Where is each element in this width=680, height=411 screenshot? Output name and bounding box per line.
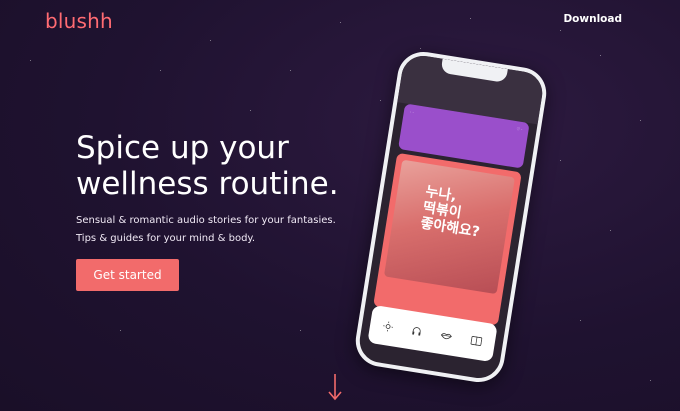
- download-link[interactable]: Download: [563, 13, 622, 25]
- tab-sun: [383, 321, 394, 332]
- tab-lips: [440, 331, 453, 341]
- lips-icon: [440, 333, 452, 340]
- phone-story-card: 누나, 떡볶이 좋아해요?: [373, 152, 522, 326]
- hero-subline-2: Tips & guides for your mind & body.: [76, 233, 256, 244]
- phone-screen: · · ♡ · 누나, 떡볶이 좋아해요?: [356, 52, 546, 382]
- tab-headphones: [411, 325, 422, 336]
- book-icon: [470, 335, 482, 346]
- logo[interactable]: blushh: [45, 9, 113, 33]
- sun-icon: [383, 321, 394, 332]
- phone-mockup: · · ♡ · 누나, 떡볶이 좋아해요?: [352, 48, 550, 386]
- scroll-down-arrow[interactable]: [326, 372, 344, 406]
- hero-subtext: Sensual & romantic audio stories for you…: [76, 212, 376, 248]
- hero-subline-1: Sensual & romantic audio stories for you…: [76, 215, 336, 226]
- tab-book: [470, 335, 482, 346]
- get-started-button[interactable]: Get started: [76, 259, 179, 291]
- story-title: 누나, 떡볶이 좋아해요?: [419, 183, 481, 241]
- hero-headline: Spice up your wellness routine.: [76, 130, 339, 202]
- arrow-down-icon: [328, 374, 342, 401]
- headphones-icon: [412, 327, 421, 336]
- story-art: 누나, 떡볶이 좋아해요?: [383, 159, 515, 295]
